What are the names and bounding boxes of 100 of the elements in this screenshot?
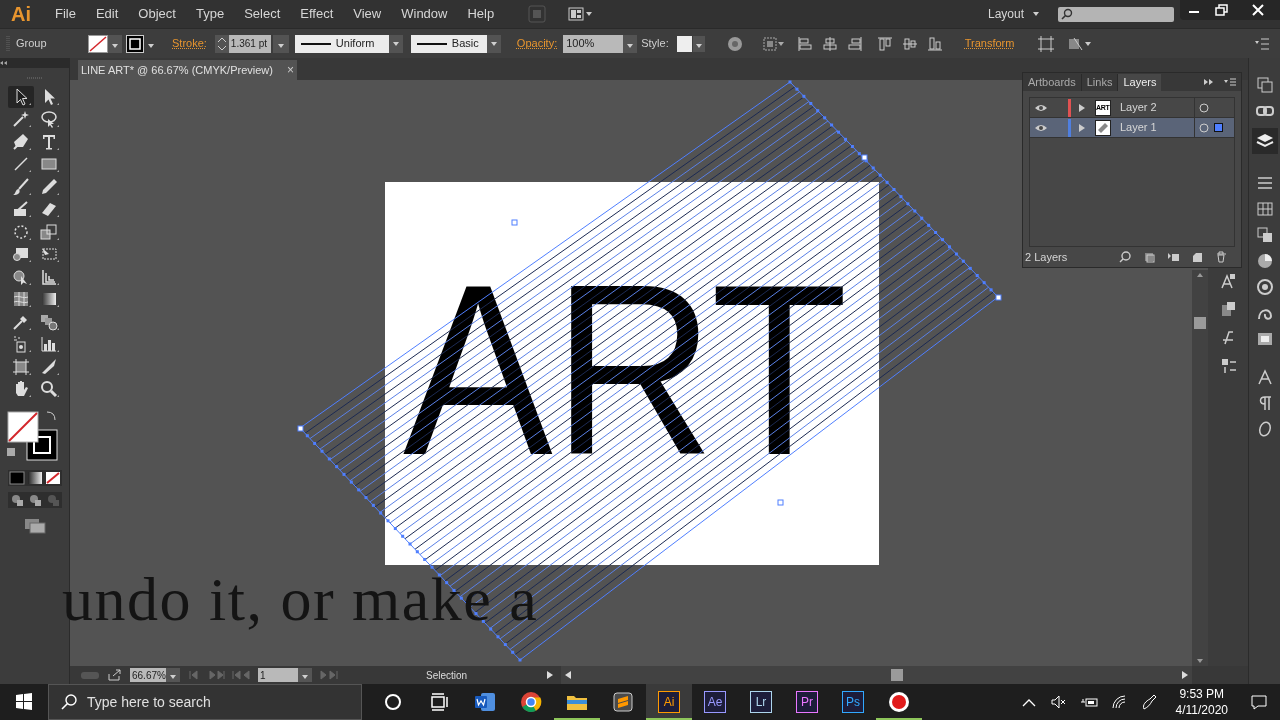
transform-link[interactable]: Transform — [964, 35, 1015, 52]
align-icon[interactable] — [901, 35, 918, 52]
align-icon[interactable] — [796, 35, 813, 52]
clock-date[interactable]: 4/11/2020 — [1175, 702, 1228, 718]
align-icon[interactable] — [846, 35, 863, 52]
panel-tab[interactable]: Layers — [1118, 74, 1162, 91]
scroll-right-icon[interactable] — [1180, 670, 1190, 680]
menu-item[interactable]: Select — [234, 4, 291, 24]
workspace-switcher[interactable]: Layout — [987, 5, 1040, 23]
target-circle-icon[interactable] — [1199, 102, 1209, 113]
stroke-panel-icon[interactable] — [1255, 174, 1274, 192]
taskbar-search-field[interactable]: Type here to search — [48, 684, 362, 720]
selection-type-label: Group — [16, 36, 48, 52]
menu-item[interactable]: Help — [457, 4, 505, 24]
notification-icon[interactable] — [1250, 693, 1268, 711]
search-icon — [1061, 8, 1073, 20]
color-panel-icon[interactable] — [1255, 252, 1274, 270]
layers-panel-icon[interactable] — [1251, 128, 1278, 154]
share-icon[interactable] — [108, 669, 122, 681]
align-icon[interactable] — [926, 35, 943, 52]
appearance-panel-icon[interactable] — [1255, 278, 1274, 296]
variable-width-profile-dropdown[interactable]: Uniform — [294, 34, 403, 53]
menu-item[interactable]: Effect — [290, 4, 344, 24]
trash-icon[interactable] — [1215, 251, 1227, 263]
align-to-selection-icon[interactable] — [762, 35, 785, 52]
scrollbar-thumb[interactable] — [891, 669, 904, 681]
graphic-styles-panel-icon[interactable] — [1255, 330, 1274, 348]
zoom-level-field[interactable]: 66.67% — [130, 668, 166, 682]
artboards-panel-icon[interactable] — [1255, 76, 1274, 94]
gradient-mode-icon[interactable] — [26, 471, 43, 485]
speaker-muted-icon[interactable] — [1049, 693, 1068, 711]
swatches-panel-icon[interactable] — [1255, 200, 1274, 218]
graphic-style-swatch[interactable] — [676, 34, 705, 53]
layer-name[interactable]: Layer 1 — [1120, 119, 1194, 136]
style-label: Style: — [641, 36, 669, 52]
fill-swatch-icon[interactable] — [88, 34, 108, 53]
scroll-left-icon[interactable] — [563, 670, 574, 680]
menu-item[interactable]: Object — [128, 4, 186, 24]
menu-item[interactable]: View — [343, 4, 392, 24]
character-styles-icon[interactable] — [1219, 272, 1237, 290]
arrange-documents-icon[interactable] — [568, 6, 595, 22]
app-logo: Ai — [11, 2, 31, 27]
collapse-panel-icon[interactable] — [1203, 78, 1215, 86]
panel-menu-icon[interactable] — [1254, 37, 1270, 50]
color-mode-icon[interactable] — [8, 471, 25, 485]
opacity-link[interactable]: Opacity: — [516, 35, 558, 52]
brush-definition-dropdown[interactable]: Basic — [410, 34, 501, 53]
align-icon[interactable] — [876, 35, 893, 52]
stroke-weight-field[interactable]: 1.361 pt — [228, 34, 271, 53]
vertical-scrollbar[interactable] — [1192, 270, 1208, 666]
scrollbar-thumb[interactable] — [1194, 317, 1206, 329]
stroke-swatch-icon[interactable] — [126, 34, 144, 53]
selection-square-icon[interactable] — [1214, 123, 1223, 132]
search-field[interactable] — [1058, 6, 1174, 22]
transform-panel-icon[interactable] — [1255, 226, 1274, 244]
stroke-link[interactable]: Stroke: — [172, 35, 207, 52]
artboard-number-field[interactable]: 1 — [258, 668, 298, 682]
horizontal-scrollbar[interactable] — [561, 666, 1192, 684]
menu-item[interactable]: Window — [391, 4, 458, 24]
adobe-app-icon[interactable]: Ai — [646, 684, 692, 720]
layer-row[interactable]: Layer 1 — [1030, 118, 1234, 138]
expand-arrow-icon[interactable] — [1078, 102, 1086, 113]
close-tab-button[interactable]: × — [286, 61, 294, 79]
new-layer-icon[interactable] — [1191, 251, 1203, 263]
caret-icon — [489, 39, 498, 48]
search-icon[interactable] — [1119, 251, 1131, 263]
stepper-icon[interactable] — [214, 34, 229, 53]
caret-icon — [391, 39, 400, 48]
caret-icon[interactable] — [272, 34, 289, 53]
visibility-eye-icon[interactable] — [1034, 102, 1048, 113]
caret-icon — [1032, 10, 1040, 18]
wifi-icon[interactable] — [1109, 693, 1128, 711]
paragraph-styles-icon[interactable] — [1219, 300, 1237, 318]
none-mode-icon[interactable] — [44, 471, 61, 485]
layer-thumbnail — [1095, 119, 1111, 136]
target-circle-icon[interactable] — [1199, 122, 1209, 133]
sublayer-icon[interactable] — [1167, 251, 1179, 263]
caret-icon[interactable] — [166, 668, 180, 682]
search-icon — [61, 694, 77, 710]
caret-icon[interactable] — [623, 34, 638, 53]
clock-time[interactable]: 9:53 PM — [1179, 686, 1225, 702]
screen-mode-icon[interactable] — [23, 518, 46, 534]
caret-icon[interactable] — [298, 668, 312, 682]
layer-name[interactable]: Layer 2 — [1120, 99, 1194, 116]
scroll-up-icon[interactable] — [1196, 272, 1204, 278]
expand-arrow-icon[interactable] — [1078, 122, 1086, 133]
menu-item[interactable]: Type — [185, 4, 235, 24]
search-placeholder: Type here to search — [87, 692, 211, 712]
menu-item[interactable]: Edit — [85, 4, 129, 24]
visibility-eye-icon[interactable] — [1034, 122, 1048, 133]
opacity-field[interactable]: 100% — [563, 34, 624, 53]
menu-item[interactable]: File — [45, 4, 86, 24]
character-panel-icon[interactable] — [1255, 368, 1274, 386]
panel-menu-icon[interactable] — [1223, 77, 1237, 87]
scroll-down-icon[interactable] — [1196, 658, 1204, 664]
document-tab[interactable]: LINE ART* @ 66.67% (CMYK/Preview) × — [78, 60, 297, 80]
caret-icon[interactable] — [108, 34, 122, 53]
document-title: LINE ART* @ 66.67% (CMYK/Preview) — [81, 62, 273, 78]
status-tool-name[interactable]: Selection — [426, 667, 468, 683]
align-icon[interactable] — [821, 35, 838, 52]
